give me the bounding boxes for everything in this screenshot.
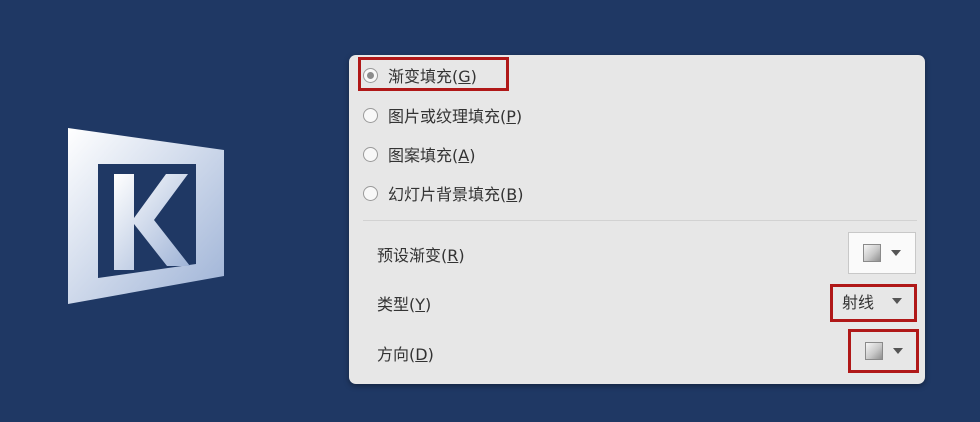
radio-picture-texture-fill[interactable]: 图片或纹理填充(P) [363, 100, 522, 130]
highlight-direction-dropdown [848, 329, 919, 373]
radio-pattern-fill[interactable]: 图案填充(A) [363, 139, 475, 169]
option-label: 图案填充(A) [388, 146, 476, 165]
radio-button[interactable] [363, 146, 378, 162]
app-logo-icon [68, 128, 224, 304]
type-label: 类型(Y) [377, 295, 432, 314]
highlight-gradient-fill [358, 57, 509, 91]
chevron-down-icon [891, 250, 901, 256]
radio-button[interactable] [363, 185, 378, 201]
preset-gradient-dropdown[interactable] [848, 232, 916, 274]
direction-label: 方向(D) [377, 345, 434, 364]
highlight-type-dropdown [830, 284, 917, 322]
option-label: 幻灯片背景填充(B) [388, 185, 524, 204]
gradient-swatch-icon [863, 244, 881, 262]
option-label: 图片或纹理填充(P) [388, 107, 523, 126]
preset-gradient-label: 预设渐变(R) [377, 246, 465, 265]
divider [363, 220, 917, 221]
format-background-panel: 渐变填充(G) 图片或纹理填充(P) 图案填充(A) 幻灯片背景填充(B) 预设… [349, 55, 925, 384]
radio-slide-background-fill[interactable]: 幻灯片背景填充(B) [363, 178, 523, 208]
radio-button[interactable] [363, 107, 378, 123]
